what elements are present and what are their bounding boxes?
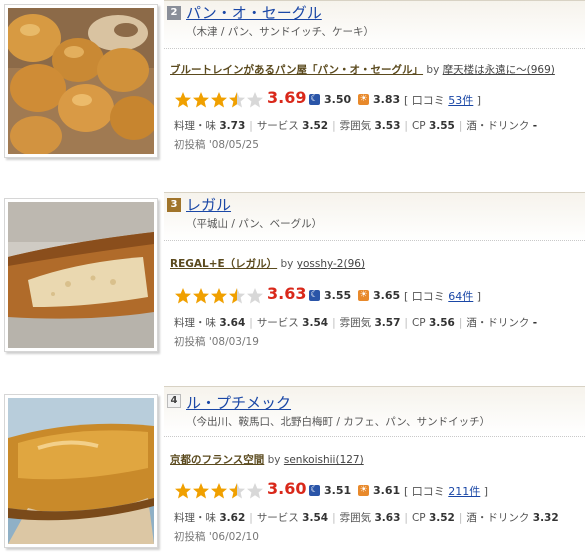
restaurant-photo-frame[interactable] [4,4,158,158]
first-posted-date: 初投稿 '06/02/10 [174,531,259,543]
taste-score: 3.62 [219,512,246,524]
category-scores: 料理・味 3.62 | サービス 3.54 | 雰囲気 3.63 | CP 3.52 | 酒・ド… [174,512,559,524]
first-posted-date: 初投稿 '08/05/25 [174,139,259,151]
cp-label: CP [411,317,426,329]
review-count-label: 口コミ [411,485,445,498]
night-score: 3.50 [324,93,352,106]
restaurant-photo-baguette[interactable] [8,202,154,348]
night-moon-icon: ☾ [309,485,320,496]
cp-score: 3.52 [428,512,455,524]
review-line: REGAL+E（レガル） by yosshy-2(96) [170,256,365,271]
service-score: 3.52 [302,120,329,132]
service-score: 3.54 [302,512,329,524]
review-count-label: 口コミ [411,94,445,107]
review-count-link[interactable]: 64件 [448,290,473,303]
divider [164,48,585,49]
by-label: by [280,258,294,270]
reviewer-link[interactable]: senkoishii(127) [284,454,364,466]
review-title-link[interactable]: 京都のフランス空間 [170,454,264,466]
taste-label: 料理・味 [174,120,216,132]
restaurant-name-link[interactable]: パン・オ・セーグル [186,2,322,23]
restaurant-photo-tart[interactable] [8,398,154,544]
star-rating-icon [175,288,263,304]
taste-score: 3.73 [219,120,246,132]
restaurant-name-link[interactable]: レガル [186,194,231,215]
day-score: 3.83 [373,93,401,106]
night-score: 3.51 [324,484,352,497]
overall-score: 3.63 [267,284,307,303]
reviewer-link[interactable]: 摩天楼は永遠に～(969) [443,64,555,76]
service-score: 3.54 [302,317,329,329]
restaurant-photo-bread-rolls[interactable] [8,8,154,154]
cp-score: 3.56 [428,317,455,329]
drink-score: 3.32 [532,512,559,524]
day-sun-icon: ☀ [358,290,369,301]
night-moon-icon: ☾ [309,94,320,105]
drink-score: - [532,120,538,132]
rank-badge: 3 [167,198,181,212]
cp-score: 3.55 [428,120,455,132]
restaurant-location-genre: （平城山 / パン、ベーグル） [186,218,323,230]
category-scores: 料理・味 3.73 | サービス 3.52 | 雰囲気 3.53 | CP 3.55 | 酒・ド… [174,120,538,132]
divider [164,240,585,241]
drink-label: 酒・ドリンク [466,317,530,329]
review-count-link[interactable]: 211件 [448,485,480,498]
service-label: サービス [256,512,299,524]
day-score: 3.65 [373,289,401,302]
cp-label: CP [411,512,426,524]
atmosphere-score: 3.63 [374,512,401,524]
first-posted-date: 初投稿 '08/03/19 [174,336,259,348]
overall-score: 3.69 [267,88,307,107]
day-sun-icon: ☀ [358,485,369,496]
restaurant-location-genre: （今出川、鞍馬口、北野白梅町 / カフェ、パン、サンドイッチ） [186,416,491,428]
review-count-label: 口コミ [411,290,445,303]
by-label: by [267,454,281,466]
night-score: 3.55 [324,289,352,302]
rank-badge: 4 [167,394,181,408]
restaurant-photo-frame[interactable] [4,394,158,548]
star-rating-icon [175,92,263,108]
divider [164,436,585,437]
drink-label: 酒・ドリンク [466,120,530,132]
review-line: 京都のフランス空間 by senkoishii(127) [170,452,364,467]
review-line: ブルートレインがあるパン屋「パン・オ・セーグル」 by 摩天楼は永遠に～(969… [170,62,555,77]
day-score: 3.61 [373,484,401,497]
atmosphere-score: 3.57 [374,317,401,329]
atmosphere-label: 雰囲気 [339,512,372,524]
atmosphere-score: 3.53 [374,120,401,132]
drink-score: - [532,317,538,329]
review-count-link[interactable]: 53件 [448,94,473,107]
by-label: by [426,64,440,76]
restaurant-name-link[interactable]: ル・プチメック [186,392,291,413]
atmosphere-label: 雰囲気 [339,317,372,329]
night-moon-icon: ☾ [309,290,320,301]
category-scores: 料理・味 3.64 | サービス 3.54 | 雰囲気 3.57 | CP 3.56 | 酒・ド… [174,317,538,329]
restaurant-location-genre: （木津 / パン、サンドイッチ、ケーキ） [186,26,374,38]
review-count: [ 口コミ 211件 ] [404,485,489,498]
review-title-link[interactable]: REGAL+E（レガル） [170,258,277,270]
drink-label: 酒・ドリンク [466,512,530,524]
review-count: [ 口コミ 53件 ] [404,94,482,107]
reviewer-link[interactable]: yosshy-2(96) [297,258,365,270]
taste-score: 3.64 [219,317,246,329]
atmosphere-label: 雰囲気 [339,120,372,132]
service-label: サービス [256,317,299,329]
review-title-link[interactable]: ブルートレインがあるパン屋「パン・オ・セーグル」 [170,64,423,76]
review-count: [ 口コミ 64件 ] [404,290,482,303]
overall-score: 3.60 [267,479,307,498]
cp-label: CP [411,120,426,132]
day-sun-icon: ☀ [358,94,369,105]
service-label: サービス [256,120,299,132]
rank-badge: 2 [167,6,181,20]
taste-label: 料理・味 [174,317,216,329]
restaurant-photo-frame[interactable] [4,198,158,352]
taste-label: 料理・味 [174,512,216,524]
star-rating-icon [175,483,263,499]
